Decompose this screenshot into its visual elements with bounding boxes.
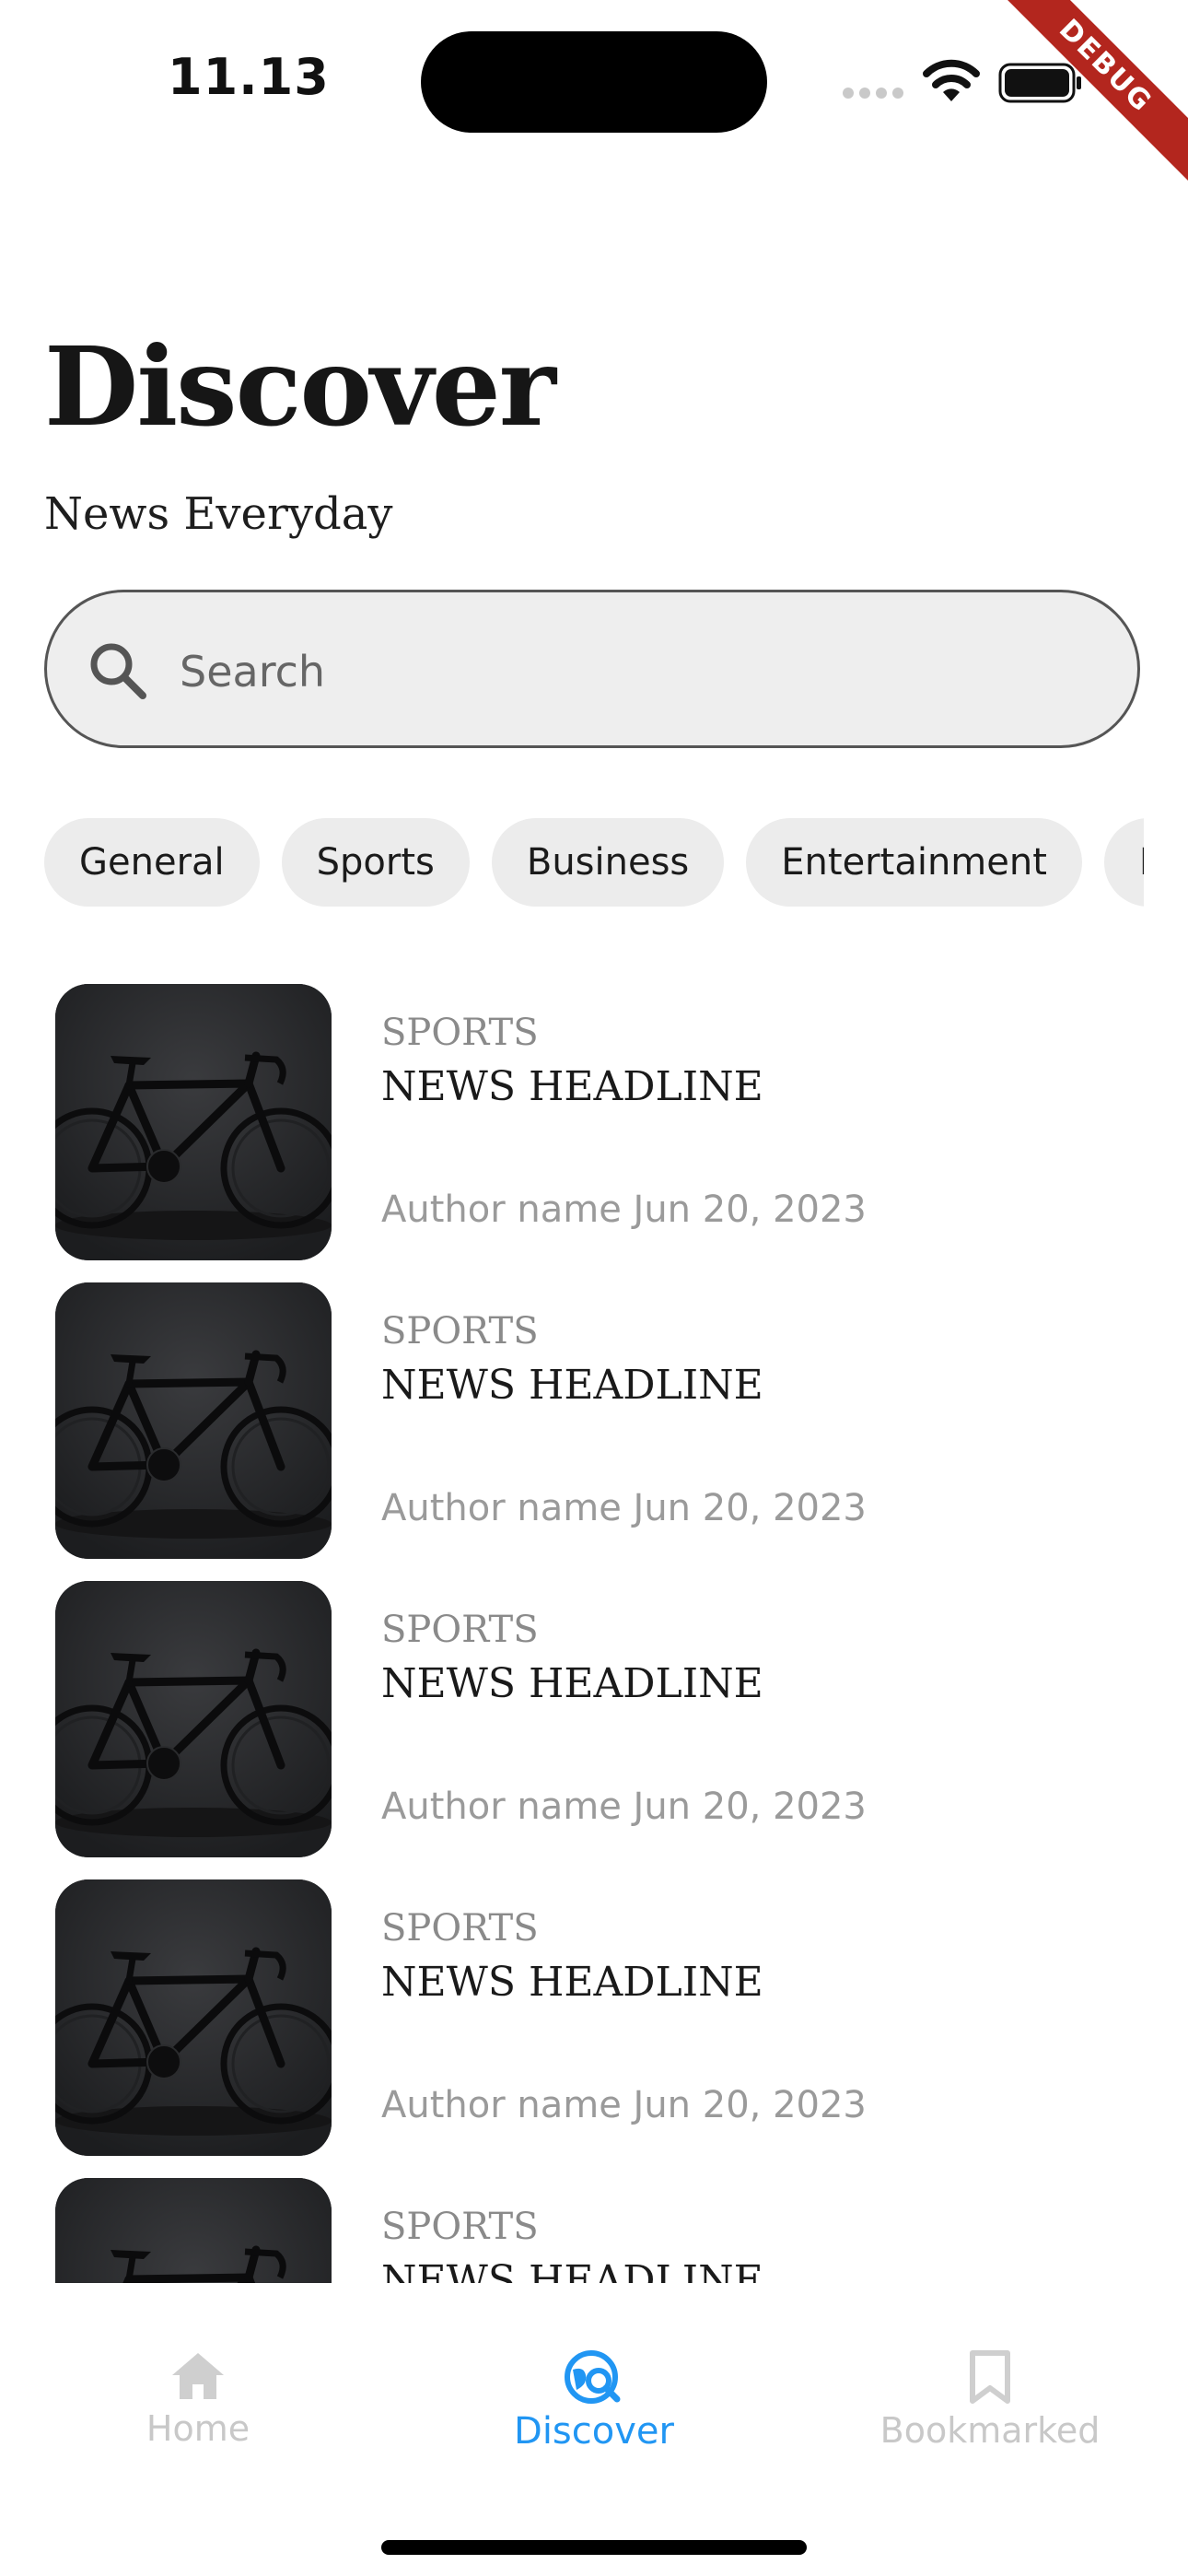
wifi-icon — [923, 59, 980, 101]
article-thumbnail — [55, 984, 332, 1260]
chip-h[interactable]: H — [1103, 818, 1144, 907]
bottom-navigation: Home Discover Bookmarked — [0, 2283, 1188, 2576]
nav-discover[interactable]: Discover — [456, 2349, 732, 2469]
category-chips: GeneralSportsBusinessEntertainmentH — [44, 818, 1144, 908]
chip-general[interactable]: General — [44, 818, 260, 907]
article-headline: NEWS HEADLINE — [381, 1063, 763, 1110]
search-icon — [90, 643, 146, 699]
home-icon — [172, 2353, 224, 2399]
chip-sports[interactable]: Sports — [281, 818, 470, 907]
search-bar[interactable] — [44, 590, 1140, 748]
article-headline: NEWS HEADLINE — [381, 1959, 763, 2006]
cellular-signal-icon — [843, 83, 905, 99]
bookmark-icon — [970, 2350, 1010, 2404]
bicycle-image — [55, 1282, 332, 1559]
search-input[interactable] — [178, 629, 1102, 714]
debug-banner: DEBUG — [985, 0, 1188, 203]
article-meta: Author name Jun 20, 2023 — [381, 1786, 867, 1828]
article-category: SPORTS — [381, 1310, 539, 1352]
article-headline: NEWS HEADLINE — [381, 1660, 763, 1707]
article-thumbnail — [55, 1581, 332, 1857]
nav-home-label: Home — [146, 2408, 250, 2449]
article-headline: NEWS HEADLINE — [381, 1362, 763, 1409]
article-thumbnail — [55, 1282, 332, 1559]
article-item[interactable]: SPORTS NEWS HEADLINE Author name Jun 20,… — [55, 1282, 1133, 1559]
chip-business[interactable]: Business — [491, 818, 725, 907]
article-thumbnail — [55, 2178, 332, 2283]
article-item[interactable]: SPORTS NEWS HEADLINE — [55, 2178, 1133, 2283]
article-item[interactable]: SPORTS NEWS HEADLINE Author name Jun 20,… — [55, 1879, 1133, 2156]
article-meta: Author name Jun 20, 2023 — [381, 2084, 867, 2126]
article-item[interactable]: SPORTS NEWS HEADLINE Author name Jun 20,… — [55, 1581, 1133, 1857]
article-thumbnail — [55, 1879, 332, 2156]
article-headline: NEWS HEADLINE — [381, 2257, 763, 2283]
bicycle-image — [55, 984, 332, 1260]
article-category: SPORTS — [381, 1907, 539, 1950]
bicycle-image — [55, 1879, 332, 2156]
article-list[interactable]: SPORTS NEWS HEADLINE Author name Jun 20,… — [0, 982, 1188, 2283]
home-indicator — [381, 2540, 807, 2555]
article-item[interactable]: SPORTS NEWS HEADLINE Author name Jun 20,… — [55, 984, 1133, 1260]
article-category: SPORTS — [381, 2206, 539, 2248]
page-subtitle: News Everyday — [44, 488, 393, 540]
page-title: Discover — [44, 322, 556, 451]
bicycle-image — [55, 1581, 332, 1857]
debug-label: DEBUG — [985, 0, 1188, 187]
article-meta: Author name Jun 20, 2023 — [381, 1487, 867, 1529]
chip-entertainment[interactable]: Entertainment — [746, 818, 1082, 907]
article-category: SPORTS — [381, 1609, 539, 1651]
article-meta: Author name Jun 20, 2023 — [381, 1188, 867, 1231]
nav-discover-label: Discover — [514, 2410, 674, 2453]
nav-home[interactable]: Home — [60, 2349, 336, 2469]
dynamic-island — [421, 31, 767, 133]
bicycle-image — [55, 2178, 332, 2283]
discover-icon — [565, 2350, 621, 2404]
article-category: SPORTS — [381, 1012, 539, 1054]
status-time: 11.13 — [168, 48, 330, 106]
nav-bookmarked-label: Bookmarked — [879, 2410, 1101, 2451]
nav-bookmarked[interactable]: Bookmarked — [852, 2349, 1128, 2469]
